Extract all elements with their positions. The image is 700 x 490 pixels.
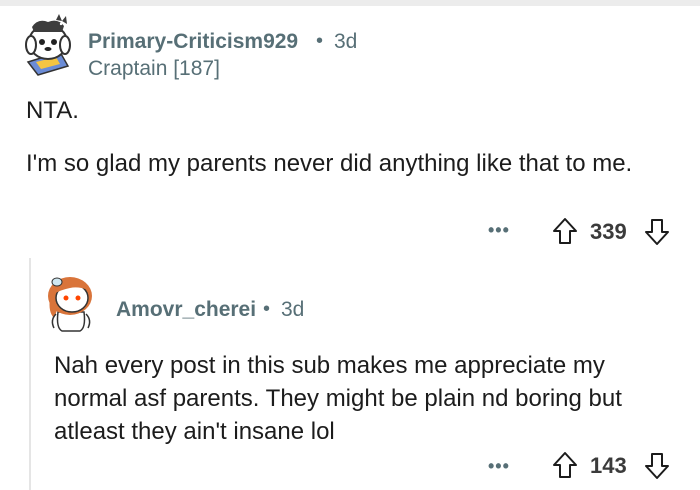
thread-line[interactable] (29, 258, 31, 490)
downvote-icon[interactable] (644, 452, 670, 480)
vote-score: 143 (590, 453, 627, 478)
meta-separator: • (263, 298, 271, 320)
downvote-icon[interactable] (644, 218, 670, 246)
vote-score: 339 (590, 219, 627, 244)
upvote-icon[interactable] (552, 217, 578, 245)
more-options-icon[interactable]: ••• (488, 220, 510, 241)
more-options-icon[interactable]: ••• (488, 456, 510, 477)
comment-paragraph: I'm so glad my parents never did anythin… (26, 150, 633, 177)
top-divider (0, 0, 700, 6)
comment-age: 3d (334, 30, 358, 53)
user-avatar[interactable] (40, 268, 102, 332)
comment-username[interactable]: Primary-Criticism929 (88, 30, 298, 54)
reply-text: Nah every post in this sub makes me appr… (54, 352, 622, 445)
user-avatar[interactable] (16, 12, 80, 76)
meta-separator: • (316, 30, 324, 52)
comment-paragraph: NTA. (26, 97, 79, 124)
upvote-icon[interactable] (552, 451, 578, 479)
user-flair: Craptain [187] (88, 57, 220, 80)
reply-username[interactable]: Amovr_cherei (116, 298, 256, 322)
reply-age: 3d (281, 298, 305, 321)
